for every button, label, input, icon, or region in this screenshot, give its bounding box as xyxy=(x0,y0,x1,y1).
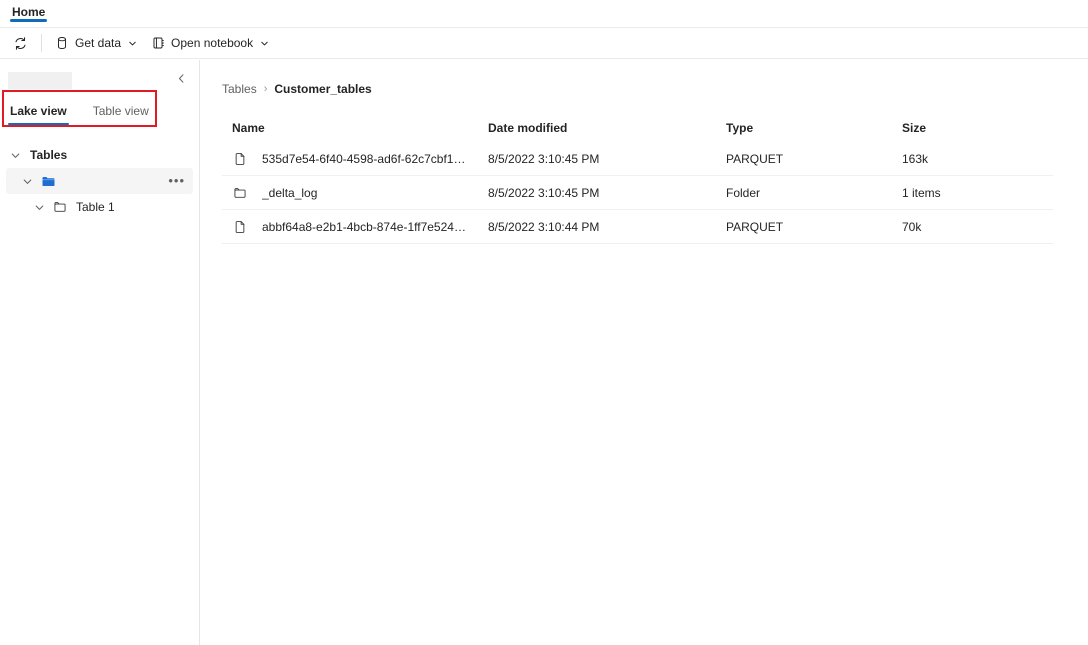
tree-section-tables-label: Tables xyxy=(30,148,67,162)
cell-date-modified: 8/5/2022 3:10:44 PM xyxy=(488,220,726,234)
chevron-left-icon xyxy=(176,71,187,89)
notebook-icon xyxy=(151,36,165,50)
refresh-icon xyxy=(13,36,28,51)
table-row[interactable]: _delta_log 8/5/2022 3:10:45 PM Folder 1 … xyxy=(222,176,1053,210)
chevron-down-icon[interactable] xyxy=(32,200,46,214)
column-header-size[interactable]: Size xyxy=(902,121,1053,135)
column-header-name[interactable]: Name xyxy=(232,121,488,135)
tree-item-content xyxy=(20,173,64,189)
chevron-down-icon[interactable] xyxy=(20,174,34,188)
workspace-body: Lake view Table view Tables xyxy=(0,60,1088,645)
ribbon-tab-strip: Home xyxy=(0,0,1088,28)
open-notebook-button[interactable]: Open notebook xyxy=(144,31,276,55)
chevron-down-icon xyxy=(128,39,137,48)
explorer-sidebar: Lake view Table view Tables xyxy=(0,60,200,645)
cell-name: 535d7e54-6f40-4598-ad6f-62c7cbf1… xyxy=(232,151,488,167)
active-tab-underline xyxy=(10,19,47,22)
file-icon xyxy=(232,151,248,167)
cell-date-modified: 8/5/2022 3:10:45 PM xyxy=(488,186,726,200)
cell-size: 1 items xyxy=(902,186,1053,200)
cell-name: abbf64a8-e2b1-4bcb-874e-1ff7e524… xyxy=(232,219,488,235)
open-notebook-label: Open notebook xyxy=(171,36,253,50)
tab-table-view[interactable]: Table view xyxy=(91,100,151,127)
breadcrumb-current[interactable]: Customer_tables xyxy=(274,82,371,96)
column-header-type[interactable]: Type xyxy=(726,121,902,135)
ribbon-tab-home[interactable]: Home xyxy=(8,0,49,20)
tab-lake-view[interactable]: Lake view xyxy=(8,100,69,127)
active-view-tab-underline xyxy=(8,123,69,125)
column-header-date-modified[interactable]: Date modified xyxy=(488,121,726,135)
breadcrumb-parent[interactable]: Tables xyxy=(222,82,257,96)
sidebar-header xyxy=(0,66,199,94)
folder-icon xyxy=(232,185,248,201)
collapse-sidebar-button[interactable] xyxy=(173,72,189,88)
table-row[interactable]: 535d7e54-6f40-4598-ad6f-62c7cbf1… 8/5/20… xyxy=(222,142,1053,176)
cell-date-modified: 8/5/2022 3:10:45 PM xyxy=(488,152,726,166)
database-icon xyxy=(55,36,69,50)
folder-filled-icon xyxy=(40,173,56,189)
tab-lake-view-label: Lake view xyxy=(10,104,67,118)
cell-size: 163k xyxy=(902,152,1053,166)
chevron-down-icon xyxy=(260,39,269,48)
lakehouse-tree: Tables xyxy=(0,142,199,220)
file-list-table: Name Date modified Type Size 535d7e54-6f… xyxy=(222,114,1053,244)
view-tab-group: Lake view Table view xyxy=(0,100,199,130)
table-row[interactable]: abbf64a8-e2b1-4bcb-874e-1ff7e524… 8/5/20… xyxy=(222,210,1053,244)
cell-type: Folder xyxy=(726,186,902,200)
file-name: abbf64a8-e2b1-4bcb-874e-1ff7e524… xyxy=(262,220,466,234)
file-name: _delta_log xyxy=(262,186,317,200)
cell-type: PARQUET xyxy=(726,152,902,166)
tree-section-tables[interactable]: Tables xyxy=(0,142,199,168)
sidebar-title-redacted xyxy=(8,72,72,89)
cell-type: PARQUET xyxy=(726,220,902,234)
cell-size: 70k xyxy=(902,220,1053,234)
ribbon-tab-home-label: Home xyxy=(12,5,45,19)
tree-item-table-1-label: Table 1 xyxy=(76,200,115,214)
command-bar-separator xyxy=(41,34,42,52)
file-name: 535d7e54-6f40-4598-ad6f-62c7cbf1… xyxy=(262,152,465,166)
get-data-button[interactable]: Get data xyxy=(48,31,144,55)
main-content: Tables › Customer_tables Name Date modif… xyxy=(200,60,1088,645)
tree-item-more-options-button[interactable]: ••• xyxy=(168,176,185,186)
get-data-label: Get data xyxy=(75,36,121,50)
table-header-row: Name Date modified Type Size xyxy=(222,114,1053,142)
tree-item-table-1[interactable]: Table 1 xyxy=(0,194,199,220)
tab-table-view-label: Table view xyxy=(93,104,149,118)
cell-name: _delta_log xyxy=(232,185,488,201)
breadcrumb-separator: › xyxy=(264,83,268,95)
tree-item-table-folder[interactable]: ••• xyxy=(6,168,193,194)
chevron-down-icon xyxy=(8,148,22,162)
breadcrumb: Tables › Customer_tables xyxy=(222,80,1064,98)
folder-outline-icon xyxy=(52,199,68,215)
file-icon xyxy=(232,219,248,235)
refresh-button[interactable] xyxy=(6,31,35,55)
command-bar: Get data Open notebook xyxy=(0,28,1088,59)
